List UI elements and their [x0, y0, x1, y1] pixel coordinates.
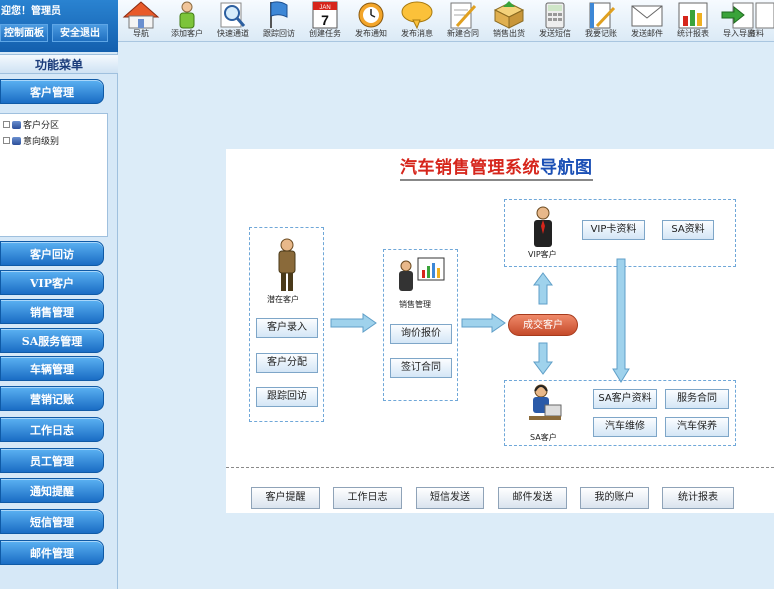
customer-assign-button[interactable]: 客户分配 — [256, 353, 318, 373]
customer-reminder-button[interactable]: 客户提醒 — [251, 487, 320, 509]
vip-person-icon — [534, 206, 552, 247]
sidebar-item-customer-mgmt[interactable]: 客户管理 — [0, 79, 104, 104]
toolbar-sales-shipment-button[interactable]: 销售出货 — [486, 0, 532, 42]
toolbar-nav-button[interactable]: 导航 — [118, 0, 164, 42]
sidebar-item-mail-mgmt[interactable]: 邮件管理 — [0, 540, 104, 565]
sa-customer-label: SA客户 — [530, 433, 557, 442]
document-icon — [755, 2, 774, 29]
presenter-icon — [399, 257, 445, 291]
track-visit-button[interactable]: 跟踪回访 — [256, 387, 318, 407]
control-panel-button[interactable]: 控制面板 — [0, 24, 48, 42]
svg-text:JAN: JAN — [319, 5, 330, 11]
potential-customer-label: 潜在客户 — [267, 295, 299, 304]
logout-button[interactable]: 安全退出 — [52, 24, 108, 42]
sales-mgmt-label: 销售管理 — [399, 300, 431, 309]
tree-item-intent-level[interactable]: 意向级别 — [3, 134, 59, 147]
nav-title: 汽车销售管理系统导航图 — [400, 153, 593, 181]
toolbar-create-task-button[interactable]: JAN 7 创建任务 — [302, 0, 348, 42]
vip-card-button[interactable]: VIP卡资料 — [582, 220, 645, 240]
divider — [226, 467, 774, 468]
toolbar-send-sms-button[interactable]: 发送短信 — [532, 0, 578, 42]
notebook-pencil-icon — [589, 2, 616, 29]
magnifier-icon — [220, 2, 246, 28]
service-contract-button[interactable]: 服务合同 — [665, 389, 729, 409]
sa-customer-data-button[interactable]: SA客户资料 — [593, 389, 657, 409]
speech-bubble-icon — [401, 1, 433, 29]
sidebar-item-sales-mgmt[interactable]: 销售管理 — [0, 299, 104, 324]
sidebar-item-notifications[interactable]: 通知提醒 — [0, 478, 104, 503]
arrow-down-long-icon — [612, 258, 630, 383]
sidebar-item-vehicle-mgmt[interactable]: 车辆管理 — [0, 356, 104, 381]
sidebar-item-work-log[interactable]: 工作日志 — [0, 417, 104, 442]
home-icon — [122, 1, 160, 29]
toolbar-statistics-button[interactable]: 统计报表 — [670, 0, 716, 42]
flag-icon — [270, 1, 288, 28]
sign-contract-button[interactable]: 签订合同 — [390, 358, 452, 378]
work-log-button[interactable]: 工作日志 — [333, 487, 402, 509]
statistics-report-button[interactable]: 统计报表 — [662, 487, 734, 509]
sa-data-button[interactable]: SA资料 — [662, 220, 714, 240]
sidebar-item-staff-mgmt[interactable]: 员工管理 — [0, 448, 104, 473]
toolbar-new-contract-button[interactable]: 新建合同 — [440, 0, 486, 42]
toolbar-label: 资料 — [748, 29, 764, 38]
pencil-document-icon — [450, 2, 477, 29]
group-icon — [12, 120, 21, 129]
toolbar: 导航 添加客户 快速通道 跟踪回访 JAN 7 创建任务 发布通知 发布消息 新… — [118, 0, 774, 42]
sidebar-item-marketing-accounts[interactable]: 营销记账 — [0, 386, 104, 411]
customer-entry-button[interactable]: 客户录入 — [256, 318, 318, 338]
svg-text:7: 7 — [321, 12, 329, 28]
arrow-right-icon — [330, 313, 377, 333]
sidebar-item-customer-visit[interactable]: 客户回访 — [0, 241, 104, 266]
toolbar-quick-channel-button[interactable]: 快速通道 — [210, 0, 256, 42]
function-menu-title: 功能菜单 — [0, 54, 118, 74]
toolbar-bookkeeping-button[interactable]: 我要记账 — [578, 0, 624, 42]
service-agent-icon — [529, 384, 562, 420]
price-inquiry-button[interactable]: 询价报价 — [390, 324, 452, 344]
arrow-right-icon — [461, 313, 506, 333]
sidebar-item-sa-service[interactable]: SA服务管理 — [0, 328, 104, 353]
toolbar-add-customer-button[interactable]: 添加客户 — [164, 0, 210, 42]
toolbar-track-visit-button[interactable]: 跟踪回访 — [256, 0, 302, 42]
tree-expander-icon[interactable] — [3, 121, 10, 128]
box-icon — [493, 1, 525, 29]
tree-item-label: 意向级别 — [23, 137, 60, 147]
calendar-icon: JAN 7 — [312, 1, 338, 29]
navigation-diagram: 汽车销售管理系统导航图 潜在客户 客户录入 客户分配 跟踪回访 销售管理 询价报… — [226, 149, 774, 513]
businessman-icon — [278, 238, 296, 291]
vip-customer-label: VIP客户 — [528, 250, 557, 259]
arrow-down-icon — [533, 342, 553, 375]
welcome-bar: 迎您！管理员 控制面板 安全退出 — [0, 0, 118, 52]
toolbar-send-mail-button[interactable]: 发送邮件 — [624, 0, 670, 42]
welcome-text: 迎您！管理员 — [1, 6, 61, 17]
toolbar-publish-notice-button[interactable]: 发布通知 — [348, 0, 394, 42]
my-account-button[interactable]: 我的账户 — [580, 487, 649, 509]
add-customer-icon — [179, 1, 195, 29]
alarm-clock-icon — [358, 2, 384, 28]
sales-mgmt-group: 销售管理 询价报价 签订合同 — [383, 249, 458, 401]
car-maintenance-button[interactable]: 汽车保养 — [665, 417, 729, 437]
customer-tree: 客户分区 意向级别 — [0, 113, 108, 237]
arrow-up-icon — [533, 272, 553, 305]
sidebar-item-sms-mgmt[interactable]: 短信管理 — [0, 509, 104, 534]
tree-item-customer-zone[interactable]: 客户分区 — [3, 118, 59, 131]
nav-title-main: 汽车销售管理系统 — [400, 158, 540, 178]
car-repair-button[interactable]: 汽车维修 — [593, 417, 657, 437]
tree-item-label: 客户分区 — [23, 121, 60, 131]
group-icon — [12, 136, 21, 145]
sidebar-item-vip-customer[interactable]: VIP客户 — [0, 270, 104, 295]
deal-customer-button[interactable]: 成交客户 — [508, 314, 578, 336]
toolbar-publish-message-button[interactable]: 发布消息 — [394, 0, 440, 42]
nav-title-suffix: 导航图 — [540, 158, 593, 178]
tree-expander-icon[interactable] — [3, 137, 10, 144]
bar-chart-icon — [678, 2, 708, 29]
potential-customer-group: 潜在客户 客户录入 客户分配 跟踪回访 — [249, 227, 324, 422]
mail-send-button[interactable]: 邮件发送 — [498, 487, 567, 509]
calculator-icon — [545, 2, 565, 29]
vip-customer-group: VIP客户 VIP卡资料 SA资料 — [504, 199, 736, 267]
envelope-icon — [631, 5, 663, 27]
sidebar: 迎您！管理员 控制面板 安全退出 功能菜单 客户管理 客户分区 意向级别 客户回… — [0, 0, 118, 589]
sms-send-button[interactable]: 短信发送 — [416, 487, 484, 509]
toolbar-data-button[interactable]: 资料 — [748, 0, 774, 42]
sa-customer-group: SA客户 SA客户资料 服务合同 汽车维修 汽车保养 — [504, 380, 736, 446]
